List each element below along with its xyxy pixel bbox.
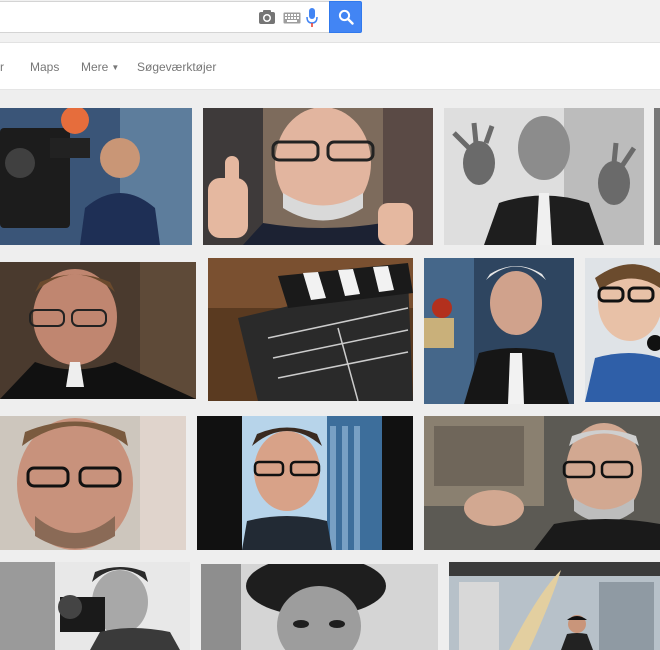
image-result-holding-object[interactable] [424, 416, 660, 550]
image-result-clapperboard[interactable] [208, 258, 413, 401]
image-result-tusk[interactable] [449, 562, 660, 650]
tab-more-label: Mere [81, 60, 109, 74]
search-header [0, 0, 660, 43]
search-box[interactable] [0, 1, 330, 33]
image-results-grid [0, 90, 660, 650]
dropdown-caret-icon: ▼ [111, 63, 120, 72]
tab-more[interactable]: Mere ▼ [81, 60, 119, 74]
image-result-partial[interactable] [654, 108, 660, 245]
camera-icon[interactable] [258, 9, 276, 25]
image-result-closeup[interactable] [0, 416, 186, 550]
image-result-award[interactable] [424, 258, 574, 404]
tab-search-tools[interactable]: Søgeværktøjer [137, 60, 216, 74]
image-result-thumbs-up[interactable] [203, 108, 433, 245]
image-result-curly-hair[interactable] [201, 564, 438, 650]
image-result-bw-camera[interactable] [0, 562, 190, 650]
image-result-headphones[interactable] [585, 258, 660, 402]
image-result-tuxedo[interactable] [0, 262, 196, 399]
image-result-hands-gesture[interactable] [444, 108, 644, 245]
tab-partial[interactable]: r [0, 60, 4, 74]
microphone-icon[interactable] [306, 8, 318, 28]
image-result-cameraman[interactable] [0, 108, 192, 245]
keyboard-icon[interactable] [283, 11, 301, 27]
search-tabs: r Maps Mere ▼ Søgeværktøjer [0, 43, 660, 90]
image-result-glass-building[interactable] [197, 416, 413, 550]
search-input[interactable] [0, 2, 256, 32]
search-button[interactable] [329, 1, 362, 33]
tab-maps[interactable]: Maps [30, 60, 59, 74]
